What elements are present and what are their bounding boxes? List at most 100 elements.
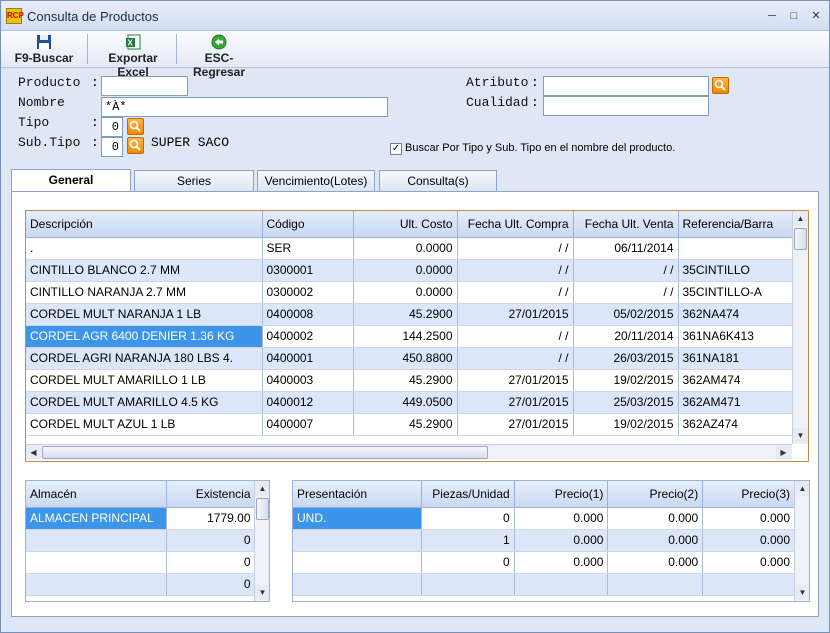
- stock-row[interactable]: 0: [26, 573, 256, 596]
- products-row[interactable]: CORDEL MULT AMARILLO 4.5 KG 0400012 449.05…: [26, 391, 793, 414]
- products-row[interactable]: CORDEL MULT AZUL 1 LB 0400007 45.2900 27/01…: [26, 413, 793, 436]
- scroll-thumb[interactable]: [42, 446, 488, 459]
- close-icon[interactable]: ✕: [809, 10, 823, 22]
- prices-cell[interactable]: [293, 551, 422, 574]
- prices-grid[interactable]: Presentación Piezas/Unidad Precio(1) Pre…: [292, 480, 810, 602]
- products-cell[interactable]: 0400007: [262, 413, 354, 436]
- products-cell[interactable]: 450.8800: [353, 347, 458, 370]
- scroll-up-icon[interactable]: ▲: [793, 211, 808, 226]
- prices-row[interactable]: 0 0.000 0.000 0.000: [293, 551, 795, 574]
- export-excel-button[interactable]: X Exportar Excel: [93, 33, 173, 79]
- cualidad-input[interactable]: [543, 96, 709, 116]
- tab-general[interactable]: General: [11, 169, 131, 192]
- col-fecha-ult-venta[interactable]: Fecha Ult. Venta: [573, 211, 679, 238]
- col-almacen[interactable]: Almacén: [26, 481, 167, 508]
- stock-cell[interactable]: 1779.00: [166, 507, 256, 530]
- prices-cell[interactable]: [293, 529, 422, 552]
- products-cell[interactable]: 0.0000: [353, 237, 458, 260]
- col-precio-1[interactable]: Precio(1): [514, 481, 609, 508]
- tab-consultas[interactable]: Consulta(s): [379, 170, 497, 192]
- products-row[interactable]: CORDEL AGRI NARANJA 180 LBS 4. 0400001 450…: [26, 347, 793, 370]
- col-ult-costo[interactable]: Ult. Costo: [353, 211, 458, 238]
- prices-cell[interactable]: 0.000: [607, 529, 704, 552]
- products-cell[interactable]: 361NA181: [678, 347, 793, 370]
- search-by-type-checkbox[interactable]: ✓: [390, 143, 402, 155]
- prices-cell[interactable]: 0.000: [514, 507, 609, 530]
- scroll-down-icon[interactable]: ▼: [255, 585, 269, 600]
- products-cell[interactable]: 0.0000: [353, 281, 458, 304]
- products-cell[interactable]: / /: [457, 259, 574, 282]
- prices-cell[interactable]: [421, 573, 515, 596]
- products-horizontal-scrollbar[interactable]: ◀ ▶: [26, 444, 792, 460]
- products-cell[interactable]: 0400002: [262, 325, 354, 348]
- col-fecha-ult-compra[interactable]: Fecha Ult. Compra: [457, 211, 574, 238]
- atributo-search-button[interactable]: [712, 77, 729, 94]
- products-cell[interactable]: 19/02/2015: [573, 369, 679, 392]
- prices-vertical-scrollbar[interactable]: ▲ ▼: [794, 481, 809, 601]
- products-cell[interactable]: CINTILLO NARANJA 2.7 MM: [26, 281, 263, 304]
- products-cell[interactable]: 362AZ474: [678, 413, 793, 436]
- scroll-up-icon[interactable]: ▲: [795, 481, 809, 496]
- prices-cell[interactable]: 0: [421, 507, 515, 530]
- products-cell[interactable]: 06/11/2014: [573, 237, 679, 260]
- stock-cell[interactable]: 0: [166, 573, 256, 596]
- products-cell[interactable]: 27/01/2015: [457, 369, 574, 392]
- prices-cell[interactable]: 0.000: [702, 529, 795, 552]
- maximize-icon[interactable]: □: [787, 10, 801, 22]
- stock-cell[interactable]: [26, 573, 167, 596]
- products-cell[interactable]: 0300002: [262, 281, 354, 304]
- products-cell[interactable]: / /: [457, 325, 574, 348]
- products-cell[interactable]: CORDEL MULT NARANJA 1 LB: [26, 303, 263, 326]
- products-cell[interactable]: [678, 237, 793, 260]
- stock-vertical-scrollbar[interactable]: ▲ ▼: [254, 481, 269, 601]
- products-cell[interactable]: CORDEL MULT AZUL 1 LB: [26, 413, 263, 436]
- products-cell[interactable]: 362NA474: [678, 303, 793, 326]
- stock-cell[interactable]: [26, 529, 167, 552]
- prices-cell[interactable]: [293, 573, 422, 596]
- products-cell[interactable]: 362AM474: [678, 369, 793, 392]
- products-cell[interactable]: 35CINTILLO-A: [678, 281, 793, 304]
- products-cell[interactable]: 362AM471: [678, 391, 793, 414]
- prices-cell[interactable]: UND.: [293, 507, 422, 530]
- col-codigo[interactable]: Código: [262, 211, 354, 238]
- prices-cell[interactable]: 0: [421, 551, 515, 574]
- products-cell[interactable]: 35CINTILLO: [678, 259, 793, 282]
- products-cell[interactable]: CINTILLO BLANCO 2.7 MM: [26, 259, 263, 282]
- products-cell[interactable]: 45.2900: [353, 413, 458, 436]
- products-row[interactable]: CINTILLO NARANJA 2.7 MM 0300002 0.0000/ / /…: [26, 281, 793, 304]
- products-cell[interactable]: 45.2900: [353, 369, 458, 392]
- stock-cell[interactable]: 0: [166, 551, 256, 574]
- stock-cell[interactable]: ALMACEN PRINCIPAL: [26, 507, 167, 530]
- col-piezas-unidad[interactable]: Piezas/Unidad: [421, 481, 515, 508]
- products-cell[interactable]: 449.0500: [353, 391, 458, 414]
- stock-row[interactable]: 0: [26, 551, 256, 574]
- tab-series[interactable]: Series: [134, 170, 254, 192]
- products-cell[interactable]: 19/02/2015: [573, 413, 679, 436]
- products-cell[interactable]: 0400003: [262, 369, 354, 392]
- prices-cell[interactable]: 0.000: [702, 507, 795, 530]
- nombre-input[interactable]: *À*: [101, 97, 388, 117]
- products-cell[interactable]: 25/03/2015: [573, 391, 679, 414]
- prices-row[interactable]: [293, 573, 795, 596]
- tipo-search-button[interactable]: [127, 118, 144, 135]
- products-cell[interactable]: 0400008: [262, 303, 354, 326]
- products-cell[interactable]: CORDEL MULT AMARILLO 1 LB: [26, 369, 263, 392]
- scroll-down-icon[interactable]: ▼: [795, 585, 809, 600]
- products-row[interactable]: CINTILLO BLANCO 2.7 MM 0300001 0.0000/ / / …: [26, 259, 793, 282]
- products-cell[interactable]: / /: [573, 259, 679, 282]
- products-row[interactable]: CORDEL MULT NARANJA 1 LB 0400008 45.2900 27…: [26, 303, 793, 326]
- tipo-input[interactable]: 0: [101, 117, 123, 137]
- col-referencia-barra[interactable]: Referencia/Barra: [678, 211, 793, 238]
- scroll-up-icon[interactable]: ▲: [255, 481, 269, 496]
- products-cell[interactable]: 0400001: [262, 347, 354, 370]
- col-precio-2[interactable]: Precio(2): [607, 481, 704, 508]
- products-vertical-scrollbar[interactable]: ▲ ▼: [792, 211, 808, 444]
- products-grid[interactable]: Descripción Código Ult. Costo Fecha Ult.…: [25, 210, 809, 462]
- tab-vencimiento[interactable]: Vencimiento(Lotes): [257, 170, 375, 192]
- products-cell[interactable]: / /: [457, 237, 574, 260]
- products-cell[interactable]: 0.0000: [353, 259, 458, 282]
- products-row[interactable]: CORDEL MULT AMARILLO 1 LB 0400003 45.2900 2…: [26, 369, 793, 392]
- back-button[interactable]: ESC-Regresar: [181, 33, 257, 79]
- col-existencia[interactable]: Existencia: [166, 481, 256, 508]
- products-cell[interactable]: / /: [457, 347, 574, 370]
